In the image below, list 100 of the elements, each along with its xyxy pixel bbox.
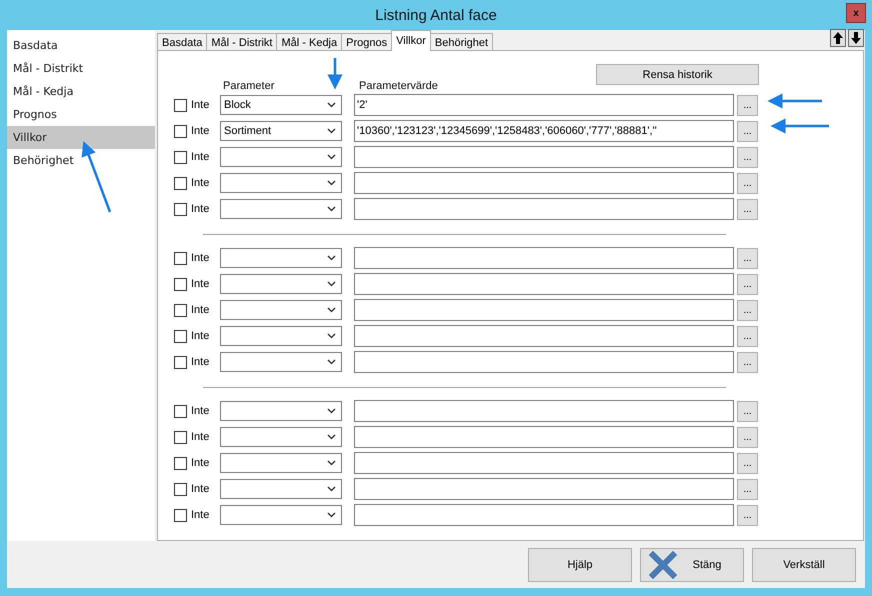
parameter-dropdown[interactable]	[220, 427, 342, 447]
parameter-dropdown[interactable]	[220, 199, 342, 219]
value-field[interactable]	[354, 146, 734, 168]
checkbox[interactable]	[174, 456, 187, 470]
move-down-button[interactable]	[848, 29, 864, 47]
browse-button[interactable]: ...	[737, 478, 758, 500]
sidebar-item[interactable]: Mål - Kedja	[7, 80, 155, 103]
checkbox-label: Inte	[191, 457, 210, 469]
browse-button[interactable]: ...	[737, 120, 758, 142]
checkbox[interactable]	[174, 98, 187, 112]
parameter-dropdown[interactable]: Block	[220, 95, 342, 115]
browse-button[interactable]: ...	[737, 94, 758, 116]
parameter-dropdown[interactable]	[220, 326, 342, 346]
parameter-dropdown[interactable]	[220, 505, 342, 525]
sidebar-item[interactable]: Mål - Distrikt	[7, 57, 155, 80]
checkbox[interactable]	[174, 404, 187, 418]
value-field[interactable]: '2'	[354, 94, 734, 116]
chevron-down-icon	[327, 180, 336, 186]
checkbox[interactable]	[174, 202, 187, 216]
checkbox-label: Inte	[191, 330, 210, 342]
value-field[interactable]	[354, 172, 734, 194]
annotation-arrow	[768, 94, 822, 108]
browse-button[interactable]: ...	[737, 400, 758, 422]
chevron-down-icon	[327, 333, 336, 339]
checkbox-label: Inte	[191, 203, 210, 215]
footer-button[interactable]: Stäng	[640, 548, 744, 582]
checkbox[interactable]	[174, 356, 187, 368]
browse-button[interactable]: ...	[737, 504, 758, 526]
chevron-down-icon	[327, 102, 336, 108]
chevron-down-icon	[327, 512, 336, 518]
parameter-dropdown[interactable]: Sortiment	[220, 121, 342, 141]
move-up-button[interactable]	[830, 29, 846, 47]
parameter-dropdown[interactable]	[220, 401, 342, 421]
chevron-down-icon	[327, 460, 336, 466]
checkbox[interactable]	[174, 508, 187, 522]
checkbox-label: Inte	[191, 99, 210, 111]
chevron-down-icon	[327, 154, 336, 160]
checkbox-label: Inte	[191, 177, 210, 189]
value-field[interactable]	[354, 325, 734, 347]
chevron-down-icon	[327, 486, 336, 492]
checkbox[interactable]	[174, 482, 187, 496]
parameter-dropdown[interactable]	[220, 274, 342, 294]
checkbox[interactable]	[174, 304, 187, 316]
checkbox[interactable]	[174, 124, 187, 138]
parameter-dropdown[interactable]	[220, 300, 342, 320]
value-field[interactable]	[354, 198, 734, 220]
parameter-dropdown[interactable]	[220, 147, 342, 167]
annotation-arrow	[328, 58, 342, 90]
browse-button[interactable]: ...	[737, 452, 758, 474]
footer-button[interactable]: Hjälp	[528, 548, 632, 582]
checkbox[interactable]	[174, 150, 187, 164]
chevron-down-icon	[327, 128, 336, 134]
value-field[interactable]	[354, 478, 734, 500]
tab[interactable]: Mål - Kedja	[276, 33, 342, 51]
value-field[interactable]	[354, 504, 734, 526]
value-field[interactable]	[354, 351, 734, 373]
checkbox-label: Inte	[191, 151, 210, 163]
value-field[interactable]	[354, 299, 734, 321]
parameter-dropdown[interactable]	[220, 352, 342, 372]
column-header: Parametervärde	[359, 80, 438, 94]
checkbox[interactable]	[174, 252, 187, 264]
checkbox-label: Inte	[191, 405, 210, 417]
chevron-down-icon	[327, 281, 336, 287]
sidebar-item[interactable]: Villkor	[7, 126, 155, 149]
value-field[interactable]	[354, 273, 734, 295]
tab[interactable]: Prognos	[341, 33, 392, 51]
checkbox[interactable]	[174, 430, 187, 444]
sidebar-item[interactable]: Prognos	[7, 103, 155, 126]
browse-button[interactable]: ...	[737, 146, 758, 168]
browse-button[interactable]: ...	[737, 274, 758, 294]
sidebar-item[interactable]: Behörighet	[7, 149, 155, 172]
parameter-dropdown[interactable]	[220, 248, 342, 268]
sidebar-item[interactable]: Basdata	[7, 34, 155, 57]
browse-button[interactable]: ...	[737, 248, 758, 268]
checkbox-label: Inte	[191, 509, 210, 521]
checkbox[interactable]	[174, 330, 187, 342]
clear-history-button[interactable]: Rensa historik	[596, 64, 759, 85]
browse-button[interactable]: ...	[737, 352, 758, 372]
parameter-dropdown[interactable]	[220, 173, 342, 193]
tab[interactable]: Basdata	[157, 33, 208, 51]
tab[interactable]: Behörighet	[430, 33, 494, 51]
tab[interactable]: Villkor	[391, 30, 431, 51]
annotation-arrow	[82, 140, 112, 212]
checkbox[interactable]	[174, 278, 187, 290]
footer-button[interactable]: Verkställ	[752, 548, 856, 582]
parameter-dropdown[interactable]	[220, 479, 342, 499]
browse-button[interactable]: ...	[737, 326, 758, 346]
browse-button[interactable]: ...	[737, 300, 758, 320]
annotation-arrow	[770, 118, 829, 134]
parameter-dropdown[interactable]	[220, 453, 342, 473]
checkbox[interactable]	[174, 176, 187, 190]
value-field[interactable]	[354, 452, 734, 474]
browse-button[interactable]: ...	[737, 172, 758, 194]
close-button[interactable]: x	[846, 3, 866, 23]
value-field[interactable]	[354, 247, 734, 269]
browse-button[interactable]: ...	[737, 426, 758, 448]
value-field[interactable]	[354, 400, 734, 422]
value-field[interactable]: '10360','123123','12345699','1258483','606060','777','88881',''	[354, 120, 734, 142]
browse-button[interactable]: ...	[737, 198, 758, 220]
value-field[interactable]	[354, 426, 734, 448]
